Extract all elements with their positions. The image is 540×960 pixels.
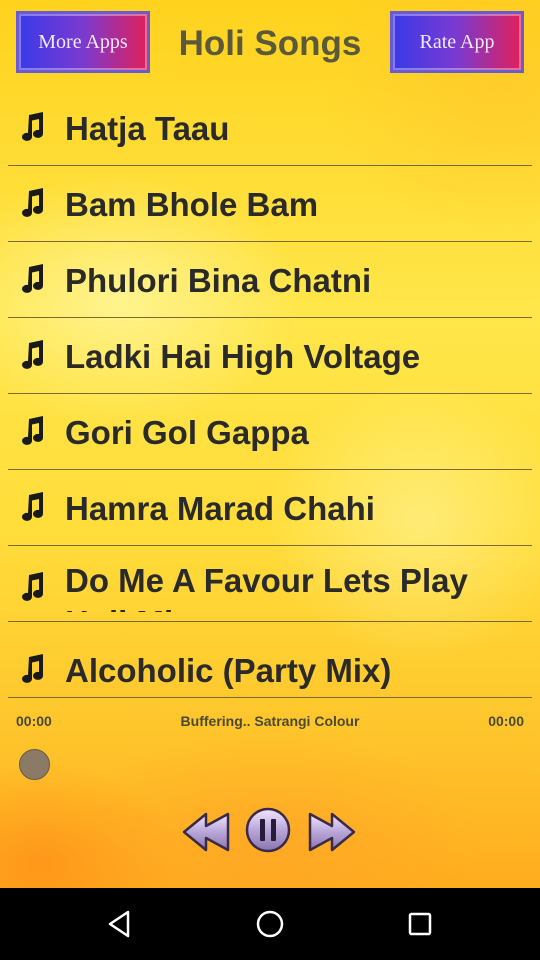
song-title: Ladki Hai High Voltage [65,338,421,375]
rate-app-button[interactable]: Rate App [390,11,524,73]
music-note-icon [22,188,43,217]
song-title: Phulori Bina Chatni [65,262,372,299]
song-item[interactable]: Phulori Bina Chatni [8,242,532,318]
music-note-icon [22,416,43,445]
nav-back-icon[interactable] [104,908,136,940]
now-playing-status: Buffering.. Satrangi Colour [180,713,360,729]
nav-home-icon[interactable] [254,908,286,940]
pause-icon[interactable] [244,806,292,854]
system-nav-bar [0,888,540,960]
player-panel: 00:00 Buffering.. Satrangi Colour 00:00 [0,700,540,888]
song-item[interactable]: Hatja Taau [8,90,532,166]
song-title: Do Me A Favour Lets Play Holi Mix [65,562,468,612]
music-note-icon [22,264,43,293]
header: More Apps Holi Songs Rate App [0,0,540,90]
music-note-icon [22,112,43,141]
music-note-icon [22,572,43,601]
music-note-icon [22,492,43,521]
song-item[interactable]: Do Me A Favour Lets Play Holi Mix [8,546,532,622]
music-note-icon [22,654,43,683]
song-title: Alcoholic (Party Mix) [65,652,392,689]
more-apps-button[interactable]: More Apps [16,11,150,73]
song-title: Gori Gol Gappa [65,414,309,451]
song-title: Hatja Taau [65,110,230,147]
song-item[interactable]: Alcoholic (Party Mix) [8,622,532,698]
page-title: Holi Songs [178,24,362,63]
elapsed-time: 00:00 [16,713,52,729]
duration-time: 00:00 [488,713,524,729]
song-title: Hamra Marad Chahi [65,490,375,527]
fast-forward-icon[interactable] [306,808,356,856]
song-item[interactable]: Bam Bhole Bam [8,166,532,242]
seek-bar-thumb[interactable] [19,749,50,780]
song-title: Bam Bhole Bam [65,186,319,223]
nav-recents-icon[interactable] [404,908,436,940]
song-item[interactable]: Gori Gol Gappa [8,394,532,470]
song-item[interactable]: Ladki Hai High Voltage [8,318,532,394]
rewind-icon[interactable] [182,808,232,856]
song-item[interactable]: Hamra Marad Chahi [8,470,532,546]
music-note-icon [22,340,43,369]
song-list: Hatja Taau Bam Bhole Bam Phulori Bina Ch… [0,90,540,698]
app-screen: More Apps Holi Songs Rate App Hatja Taau… [0,0,540,888]
